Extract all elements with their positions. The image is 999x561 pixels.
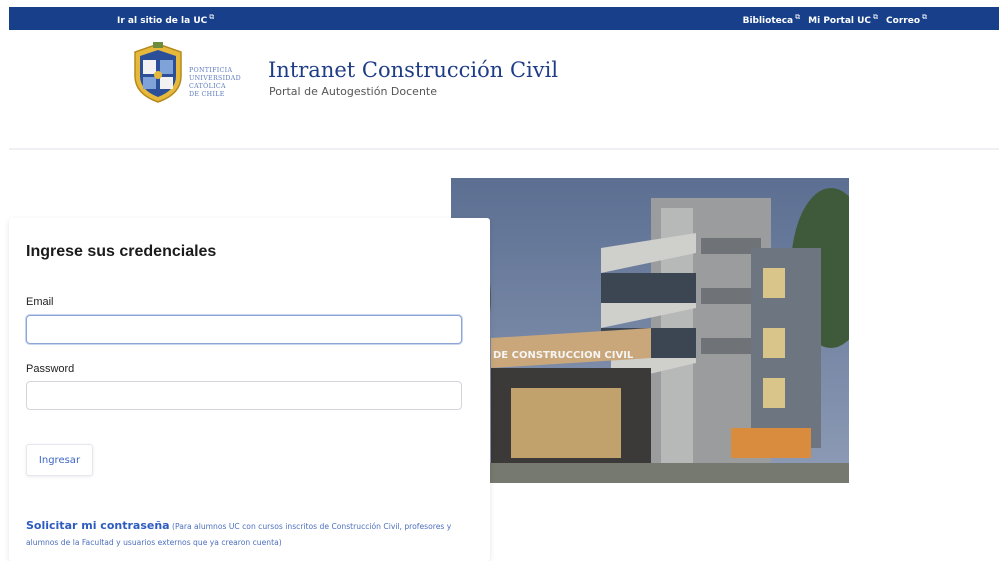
wordmark-line: DE CHILE	[189, 91, 225, 98]
building-illustration: DE CONSTRUCCION CIVIL	[451, 178, 849, 483]
mi-portal-link[interactable]: Mi Portal UC ⧉	[808, 13, 878, 26]
site-header: PONTIFICIA UNIVERSIDAD CATÓLICA DE CHILE…	[9, 30, 999, 150]
password-request-text: Solicitar mi contraseña (Para alumnos UC…	[26, 518, 476, 551]
uc-site-link-label: Ir al sitio de la UC	[117, 16, 208, 26]
login-card: Ingrese sus credenciales Email Password …	[9, 218, 490, 561]
email-label: Email	[26, 296, 54, 308]
request-password-link[interactable]: Solicitar mi contraseña	[26, 519, 170, 532]
external-link-icon: ⧉	[873, 13, 879, 21]
external-link-icon: ⧉	[209, 13, 215, 21]
uc-site-link[interactable]: Ir al sitio de la UC ⧉	[117, 13, 214, 26]
correo-link-label: Correo	[886, 16, 920, 26]
biblioteca-link[interactable]: Biblioteca ⧉	[743, 13, 801, 26]
top-nav-links: Biblioteca ⧉ Mi Portal UC ⧉ Correo ⧉	[743, 13, 927, 26]
top-nav-bar: Ir al sitio de la UC ⧉ Biblioteca ⧉ Mi Por…	[9, 7, 999, 30]
wordmark-line: CATÓLICA	[189, 83, 226, 90]
external-link-icon: ⧉	[922, 13, 927, 21]
correo-link[interactable]: Correo ⧉	[886, 13, 927, 26]
page-title: Intranet Construcción Civil	[268, 58, 559, 82]
building-sign: DE CONSTRUCCION CIVIL	[493, 350, 634, 361]
building-photo: DE CONSTRUCCION CIVIL	[451, 178, 849, 483]
password-field[interactable]	[26, 381, 462, 410]
external-link-icon: ⧉	[795, 13, 801, 21]
mi-portal-link-label: Mi Portal UC	[808, 16, 872, 26]
wordmark-line: UNIVERSIDAD	[189, 75, 241, 82]
email-field[interactable]	[26, 315, 462, 344]
password-label: Password	[26, 363, 75, 375]
wordmark-line: PONTIFICIA	[189, 67, 233, 74]
login-heading: Ingrese sus credenciales	[26, 243, 217, 260]
university-wordmark: PONTIFICIA UNIVERSIDAD CATÓLICA DE CHILE	[189, 67, 241, 99]
university-seal-icon[interactable]	[131, 42, 185, 104]
page-subtitle: Portal de Autogestión Docente	[269, 85, 438, 98]
biblioteca-link-label: Biblioteca	[742, 16, 794, 26]
submit-button[interactable]: Ingresar	[26, 444, 93, 476]
